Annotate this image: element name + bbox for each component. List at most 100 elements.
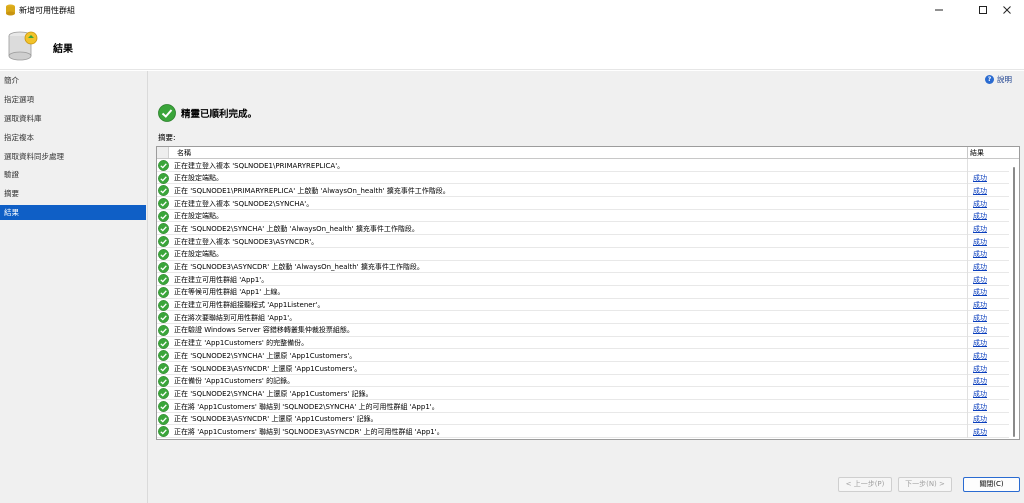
sidebar-item-summary[interactable]: 摘要 <box>0 186 146 201</box>
sidebar-item-results[interactable]: 結果 <box>0 205 146 220</box>
row-result-link[interactable]: 成功 <box>973 414 987 424</box>
row-result-link[interactable]: 成功 <box>973 427 987 437</box>
row-result-link[interactable]: 成功 <box>973 364 987 374</box>
table-row[interactable]: 正在建立可用性群組接聽程式 'App1Listener'。 成功 <box>157 298 1009 312</box>
row-result-link[interactable]: 成功 <box>973 300 987 310</box>
table-row[interactable]: 正在 'SQLNODE2\SYNCHA' 上還原 'App1Customers'… <box>157 387 1009 401</box>
sidebar-item-replicas[interactable]: 指定複本 <box>0 130 146 145</box>
window-title: 新增可用性群組 <box>19 6 75 15</box>
success-check-icon <box>158 185 169 197</box>
table-row[interactable]: 正在設定端點。 成功 <box>157 209 1009 223</box>
row-name: 正在備份 'App1Customers' 的記錄。 <box>174 377 295 386</box>
summary-label: 摘要: <box>158 133 176 142</box>
table-row[interactable]: 正在建立登入複本 'SQLNODE3\ASYNCDR'。 成功 <box>157 235 1009 249</box>
success-check-icon <box>158 286 169 298</box>
table-header: 名稱 結果 <box>157 147 1019 159</box>
table-row[interactable]: 正在 'SQLNODE2\SYNCHA' 上啟動 'AlwaysOn_healt… <box>157 222 1009 236</box>
row-result-link[interactable]: 成功 <box>973 376 987 386</box>
scrollbar-thumb[interactable] <box>1013 167 1015 437</box>
row-name: 正在 'SQLNODE3\ASYNCDR' 上還原 'App1Customers… <box>174 364 362 373</box>
table-row[interactable]: 正在 'SQLNODE3\ASYNCDR' 上啟動 'AlwaysOn_heal… <box>157 260 1009 274</box>
sidebar-item-databases[interactable]: 選取資料庫 <box>0 111 146 126</box>
success-check-icon <box>158 388 169 400</box>
success-check-icon <box>158 363 169 374</box>
minimize-icon <box>935 9 943 11</box>
table-row[interactable]: 正在建立登入複本 'SQLNODE2\SYNCHA'。 成功 <box>157 197 1009 211</box>
next-button[interactable]: 下一步(N) > <box>898 477 952 492</box>
table-row[interactable]: 正在驗證 Windows Server 容錯移轉叢集仲裁投票組態。 成功 <box>157 323 1009 337</box>
success-message: 精靈已順利完成。 <box>181 109 258 120</box>
success-check-icon <box>158 426 169 438</box>
row-result-link[interactable]: 成功 <box>973 287 987 297</box>
row-result-link[interactable]: 成功 <box>973 237 987 247</box>
success-check-icon <box>158 375 169 387</box>
row-result-link[interactable]: 成功 <box>973 351 987 361</box>
table-row[interactable]: 正在將次要聯結到可用性群組 'App1'。 成功 <box>157 311 1009 325</box>
table-row[interactable]: 正在 'SQLNODE3\ASYNCDR' 上還原 'App1Customers… <box>157 362 1009 375</box>
table-row[interactable]: 正在設定端點。 成功 <box>157 247 1009 261</box>
header-corner <box>157 147 169 158</box>
row-result-link[interactable]: 成功 <box>973 262 987 272</box>
success-check-icon <box>158 198 169 210</box>
success-check-icon <box>158 337 169 349</box>
row-name: 正在建立可用性群組 'App1'。 <box>174 275 269 284</box>
table-row[interactable]: 正在將 'App1Customers' 聯結到 'SQLNODE2\SYNCHA… <box>157 400 1009 414</box>
table-row[interactable]: 正在 'SQLNODE2\SYNCHA' 上還原 'App1Customers'… <box>157 349 1009 363</box>
sidebar-item-options[interactable]: 指定選項 <box>0 92 146 107</box>
row-name: 正在驗證 Windows Server 容錯移轉叢集仲裁投票組態。 <box>174 326 354 335</box>
table-row[interactable]: 正在 'SQLNODE3\ASYNCDR' 上還原 'App1Customers… <box>157 412 1009 426</box>
page-title: 結果 <box>53 44 73 55</box>
success-check-icon <box>158 236 169 248</box>
sidebar-item-data-sync[interactable]: 選取資料同步處理 <box>0 149 146 164</box>
table-row[interactable]: 正在 'SQLNODE1\PRIMARYREPLICA' 上啟動 'Always… <box>157 184 1009 198</box>
row-result-link[interactable]: 成功 <box>973 211 987 221</box>
column-header-name[interactable]: 名稱 <box>177 148 191 158</box>
success-check-icon <box>158 104 176 122</box>
sidebar-item-intro[interactable]: 簡介 <box>0 73 146 88</box>
title-bar: 新增可用性群組 <box>0 0 1024 20</box>
row-result-link[interactable]: 成功 <box>973 224 987 234</box>
success-check-icon <box>158 274 169 286</box>
row-result-link[interactable]: 成功 <box>973 389 987 399</box>
table-row[interactable]: 正在將 'App1Customers' 聯結到 'SQLNODE3\ASYNCD… <box>157 425 1009 439</box>
row-result-link[interactable]: 成功 <box>973 402 987 412</box>
row-name: 正在將 'App1Customers' 聯結到 'SQLNODE3\ASYNCD… <box>174 427 444 436</box>
row-result-link[interactable]: 成功 <box>973 325 987 335</box>
column-header-result[interactable]: 結果 <box>970 148 984 158</box>
sidebar-item-validation[interactable]: 驗證 <box>0 167 146 182</box>
success-check-icon <box>158 324 169 336</box>
table-row[interactable]: 正在建立可用性群組 'App1'。 成功 <box>157 273 1009 287</box>
success-check-icon <box>158 413 169 425</box>
row-result-link[interactable]: 成功 <box>973 173 987 183</box>
minimize-button[interactable] <box>922 0 956 20</box>
table-body: 正在建立登入複本 'SQLNODE1\PRIMARYREPLICA'。 正在設定端… <box>157 159 1009 439</box>
table-row[interactable]: 正在設定端點。 成功 <box>157 171 1009 185</box>
row-result-link[interactable]: 成功 <box>973 338 987 348</box>
help-link[interactable]: ? 說明 <box>985 74 1012 85</box>
vertical-scrollbar[interactable] <box>1009 159 1019 439</box>
close-button[interactable]: 關閉(C) <box>963 477 1020 492</box>
previous-button[interactable]: < 上一步(P) <box>838 477 892 492</box>
success-check-icon <box>158 248 169 260</box>
table-row[interactable]: 正在建立登入複本 'SQLNODE1\PRIMARYREPLICA'。 <box>157 159 1009 172</box>
database-app-icon <box>6 4 15 16</box>
table-row[interactable]: 正在等候可用性群組 'App1' 上線。 成功 <box>157 285 1009 299</box>
row-result-link[interactable]: 成功 <box>973 313 987 323</box>
table-row[interactable]: 正在建立 'App1Customers' 的完整備份。 成功 <box>157 336 1009 350</box>
row-result-link[interactable]: 成功 <box>973 199 987 209</box>
row-result-link[interactable]: 成功 <box>973 249 987 259</box>
row-name: 正在建立登入複本 'SQLNODE1\PRIMARYREPLICA'。 <box>174 161 345 170</box>
close-window-button[interactable] <box>990 0 1024 20</box>
table-row[interactable]: 正在備份 'App1Customers' 的記錄。 成功 <box>157 374 1009 388</box>
row-name: 正在建立登入複本 'SQLNODE2\SYNCHA'。 <box>174 199 314 208</box>
wizard-steps-sidebar: 簡介 指定選項 選取資料庫 指定複本 選取資料同步處理 驗證 摘要 結果 <box>0 71 148 503</box>
row-result-link[interactable]: 成功 <box>973 275 987 285</box>
success-banner: 精靈已順利完成。 <box>158 104 257 122</box>
row-result-link[interactable]: 成功 <box>973 186 987 196</box>
maximize-icon <box>979 6 987 14</box>
success-check-icon <box>158 401 169 413</box>
row-name: 正在將 'App1Customers' 聯結到 'SQLNODE2\SYNCHA… <box>174 402 439 411</box>
row-name: 正在建立可用性群組接聽程式 'App1Listener'。 <box>174 301 325 310</box>
row-name: 正在設定端點。 <box>174 174 223 183</box>
success-check-icon <box>158 312 169 324</box>
